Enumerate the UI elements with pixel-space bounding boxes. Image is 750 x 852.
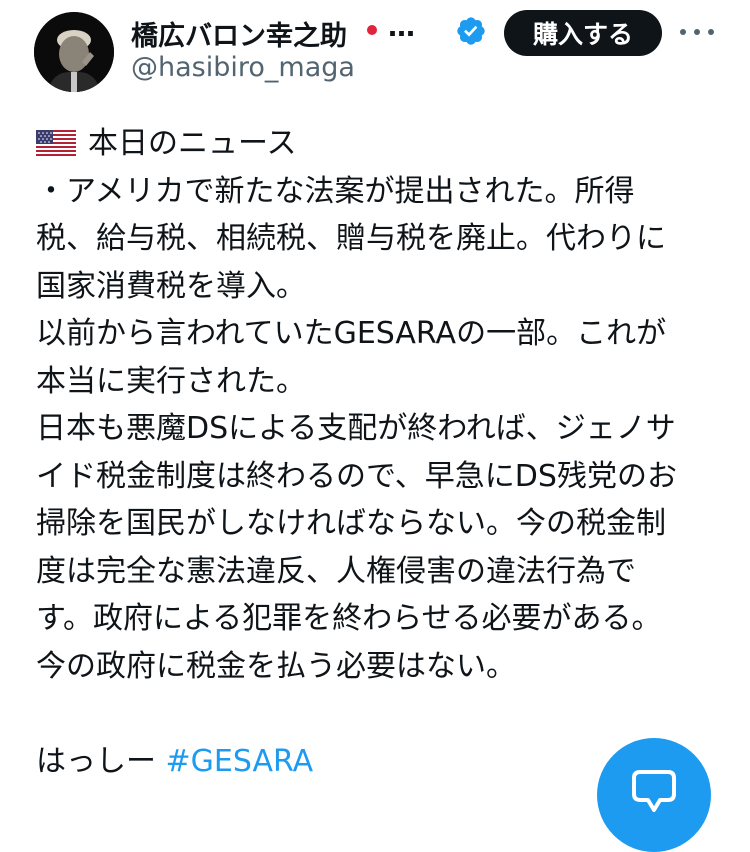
post-line-heading: 本日のニュース <box>36 120 726 168</box>
signature: はっしー <box>36 743 156 779</box>
post-line: 日本も悪魔DSによる支配が終われば、ジェノサ <box>36 411 676 446</box>
us-flag-emoji <box>36 130 76 156</box>
hashtag-link[interactable]: #GESARA <box>166 744 314 779</box>
more-horizontal-icon[interactable] <box>680 20 714 44</box>
post-line: ・アメリカで新たな法案が提出された。所得 <box>36 173 635 209</box>
reply-bubble-icon <box>632 770 676 812</box>
author-handle[interactable]: @hasibiro_maga <box>131 52 355 83</box>
verified-badge-icon[interactable] <box>455 15 487 47</box>
buy-button[interactable]: 購入する <box>504 10 662 56</box>
avatar[interactable] <box>34 12 114 92</box>
post-text: 本日のニュース ・アメリカで新たな法案が提出された。所得 税、給与税、相続税、贈… <box>36 120 726 785</box>
post-line: 今の政府に税金を払う必要はない。 <box>36 648 516 684</box>
post-line: 税、給与税、相続税、贈与税を廃止。代わりに <box>36 221 666 256</box>
more-dot <box>694 29 700 35</box>
more-dot <box>680 29 686 35</box>
avatar-image <box>34 12 114 92</box>
post-blank-line <box>36 690 726 738</box>
post-line: イド税金制度は終わるので、早急にDS残党のお <box>36 458 677 494</box>
post-line: す。政府による犯罪を終わらせる必要がある。 <box>36 601 662 636</box>
post-line: 以前から言われていたGESARAの一部。これが <box>36 316 667 351</box>
japan-flag-emoji <box>362 20 382 40</box>
post-line: 本日のニュース <box>88 126 297 161</box>
post-header: 橋広バロン幸之助 … @hasibiro_maga 購入する <box>0 0 750 100</box>
post-line: 度は完全な憲法違反、人権侵害の違法行為で <box>36 553 636 589</box>
reply-fab[interactable] <box>597 738 711 852</box>
post-line: 掃除を国民がしなければならない。今の税金制 <box>36 506 666 541</box>
name-truncation: … <box>388 12 415 43</box>
author-name[interactable]: 橋広バロン幸之助 <box>131 14 347 53</box>
more-dot <box>708 29 714 35</box>
post-line: 国家消費税を導入。 <box>36 268 306 304</box>
post-line: 本当に実行された。 <box>36 363 306 399</box>
